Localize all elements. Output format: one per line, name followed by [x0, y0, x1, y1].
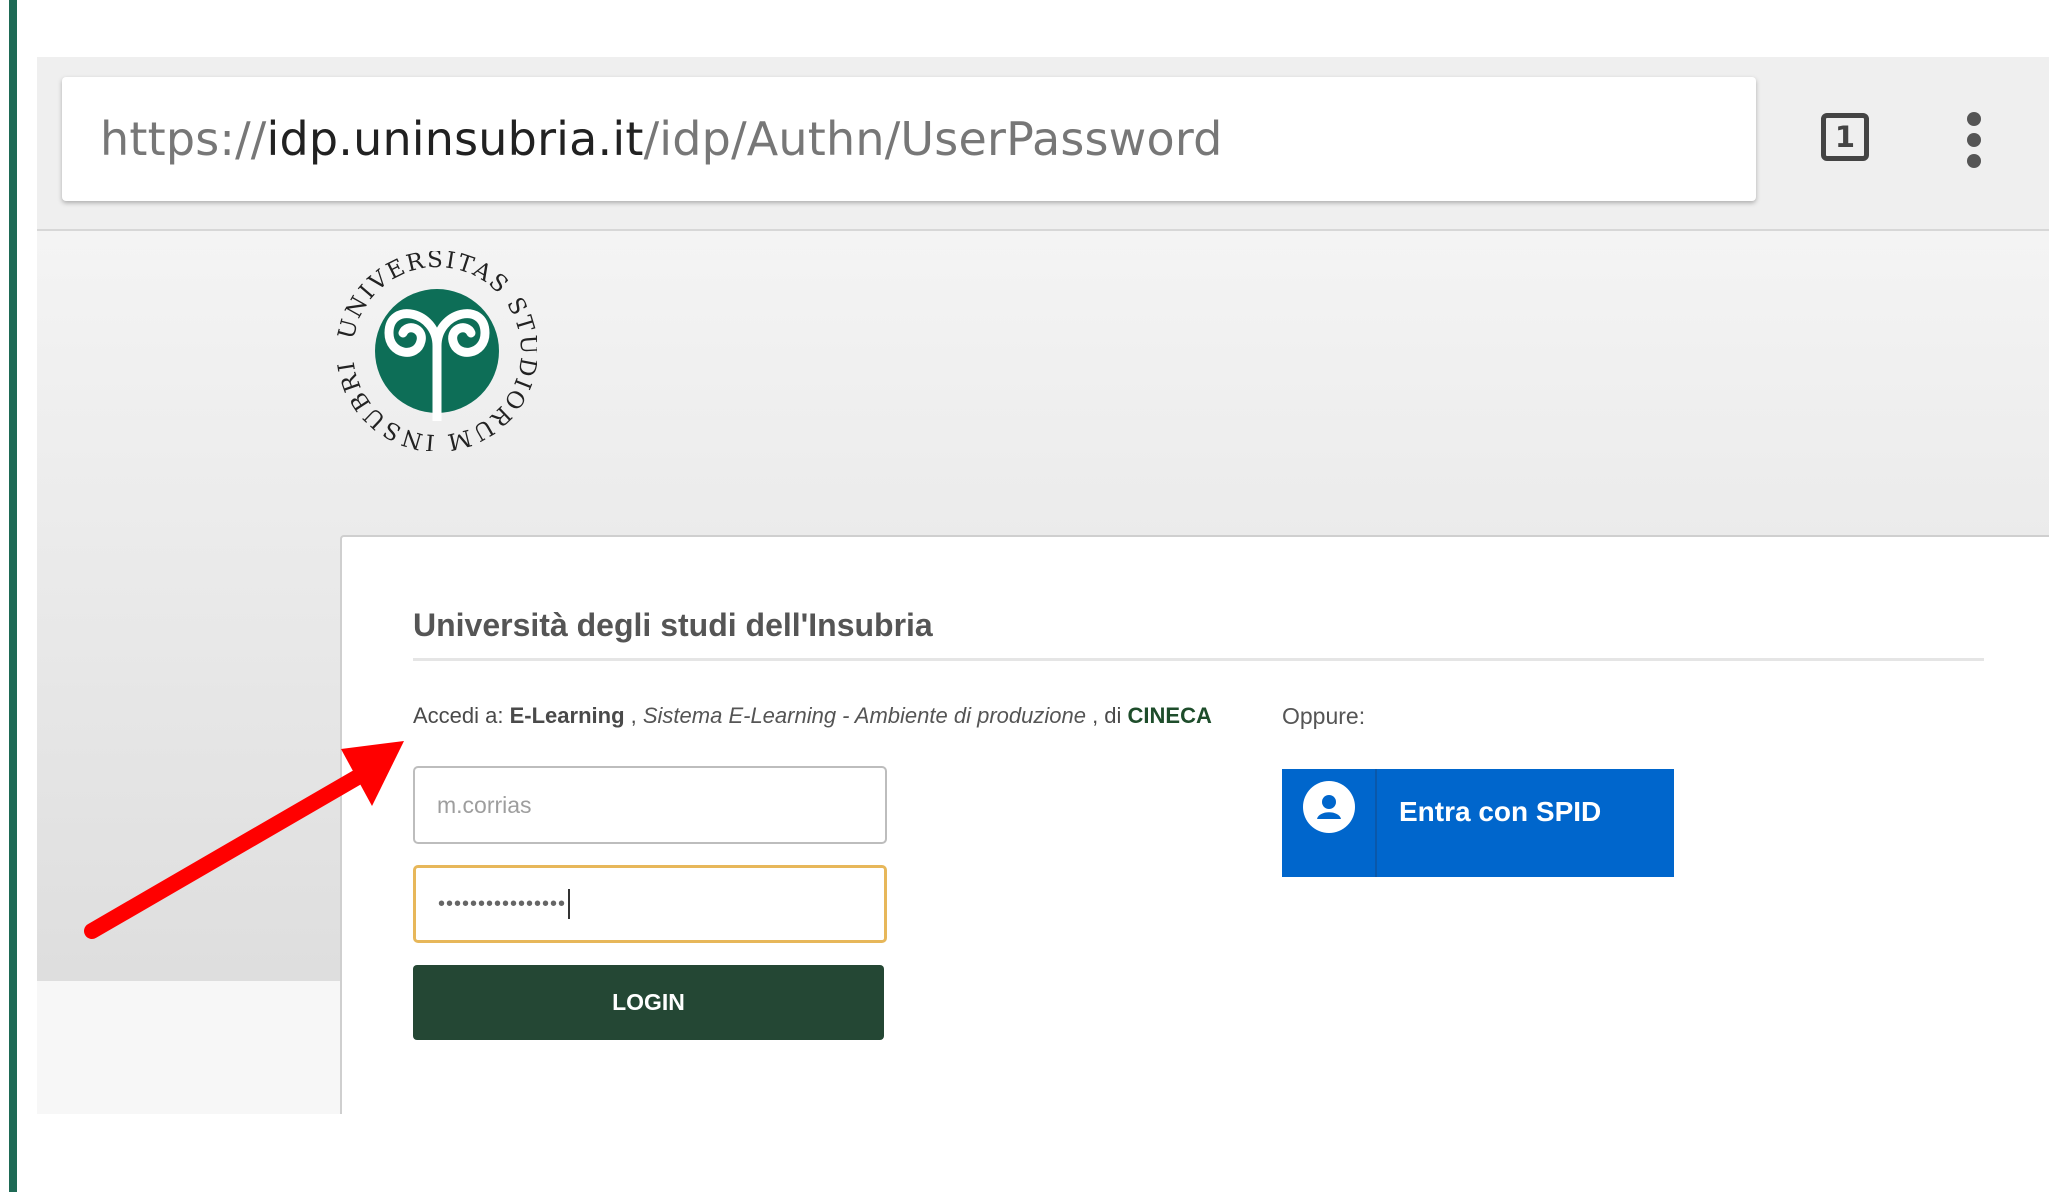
address-bar[interactable]: https://idp.uninsubria.it/idp/Authn/User…: [62, 77, 1756, 201]
user-circle-icon: [1302, 781, 1355, 833]
university-seal-logo: UNIVERSITAS STUDIORUM INSUBRIAE: [337, 251, 537, 451]
login-button[interactable]: LOGIN: [413, 965, 884, 1040]
service-description: Sistema E-Learning - Ambiente di produzi…: [642, 703, 1086, 728]
username-field[interactable]: m.corrias: [413, 766, 887, 844]
tab-switcher-icon[interactable]: 1: [1821, 113, 1869, 161]
tab-count: 1: [1834, 120, 1856, 154]
page-title: Università degli studi dell'Insubria: [413, 607, 933, 643]
title-divider: [413, 658, 1984, 661]
login-card: Università degli studi dell'Insubria Acc…: [340, 535, 2049, 1114]
text-cursor: [568, 889, 571, 919]
mobile-browser-screen: https://idp.uninsubria.it/idp/Authn/User…: [37, 57, 2049, 1114]
web-page: UNIVERSITAS STUDIORUM INSUBRIAE Universi…: [37, 231, 2049, 1114]
password-mask: ••••••••••••••••: [438, 892, 567, 915]
left-accent-rule: [9, 0, 17, 1192]
browser-toolbar: https://idp.uninsubria.it/idp/Authn/User…: [37, 57, 2049, 231]
username-value: m.corrias: [437, 791, 532, 818]
access-description: Accedi a: E-Learning , Sistema E-Learnin…: [413, 703, 1212, 728]
spid-icon-container: [1282, 769, 1377, 877]
alternative-login-label: Oppure:: [1282, 703, 1366, 729]
spid-login-button[interactable]: Entra con SPID: [1282, 769, 1674, 877]
provider-name: CINECA: [1127, 703, 1212, 728]
url-text: https://idp.uninsubria.it/idp/Authn/User…: [100, 112, 1223, 166]
password-field[interactable]: ••••••••••••••••: [413, 865, 887, 943]
overflow-menu-icon[interactable]: [1967, 112, 1981, 168]
spid-button-label: Entra con SPID: [1399, 796, 1602, 827]
service-name: E-Learning: [509, 703, 625, 728]
